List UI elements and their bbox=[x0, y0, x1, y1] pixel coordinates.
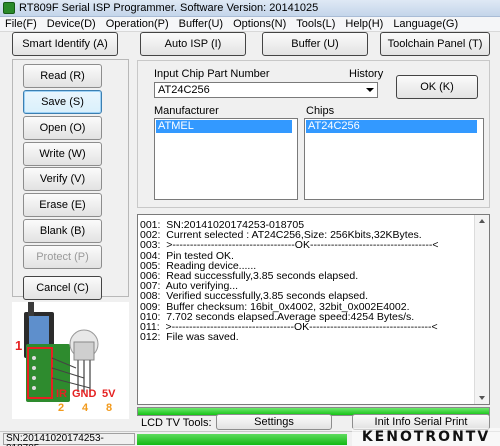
chip-input-label: Input Chip Part Number bbox=[154, 68, 270, 80]
toolchain-panel-button[interactable]: Toolchain Panel (T) bbox=[380, 32, 490, 56]
chips-label: Chips bbox=[306, 105, 335, 117]
buffer-button[interactable]: Buffer (U) bbox=[262, 32, 368, 56]
protect-button[interactable]: Protect (P) bbox=[23, 245, 102, 269]
log-line: 012: File was saved. bbox=[140, 331, 239, 344]
pin-dot bbox=[32, 386, 36, 390]
cancel-button[interactable]: Cancel (C) bbox=[23, 276, 102, 300]
ir-receiver-body bbox=[73, 341, 95, 361]
status-serial: SN:20141020174253-018705 bbox=[3, 433, 135, 446]
zif-lever bbox=[28, 302, 34, 318]
socket-diagram: 1 IR GND 5V 2 4 8 bbox=[12, 302, 129, 419]
log-lines: 001: SN:20141020174253-018705 002: Curre… bbox=[138, 215, 489, 344]
lcd-tv-tools-label: LCD TV Tools: bbox=[141, 417, 212, 429]
ok-button[interactable]: OK (K) bbox=[396, 75, 478, 99]
programmer-app-icon bbox=[3, 2, 15, 14]
chip-item-at24c256[interactable]: AT24C256 bbox=[306, 120, 477, 133]
smart-identify-button[interactable]: Smart Identify (A) bbox=[12, 32, 118, 56]
menu-device[interactable]: Device(D) bbox=[42, 18, 101, 30]
chip-part-combo[interactable]: AT24C256 bbox=[154, 82, 378, 98]
log-output[interactable]: 001: SN:20141020174253-018705 002: Curre… bbox=[137, 214, 490, 405]
blank-button[interactable]: Blank (B) bbox=[23, 219, 102, 243]
menu-operation[interactable]: Operation(P) bbox=[101, 18, 174, 30]
pin-dot bbox=[32, 356, 36, 360]
pin-8-label: 8 bbox=[106, 402, 113, 414]
scroll-down-icon[interactable] bbox=[479, 396, 485, 400]
menu-tools[interactable]: Tools(L) bbox=[291, 18, 340, 30]
pin-dot bbox=[32, 366, 36, 370]
pin-2-label: 2 bbox=[58, 402, 65, 414]
window-title: RT809F Serial ISP Programmer. Software V… bbox=[19, 2, 319, 14]
log-line: 008: Verified successfully,3.85 seconds … bbox=[140, 290, 369, 303]
open-button[interactable]: Open (O) bbox=[23, 116, 102, 140]
settings-button[interactable]: Settings bbox=[216, 414, 332, 430]
menu-file[interactable]: File(F) bbox=[0, 18, 42, 30]
auto-isp-button[interactable]: Auto ISP (I) bbox=[140, 32, 246, 56]
status-progress-fill bbox=[137, 434, 347, 445]
menu-bar: File(F) Device(D) Operation(P) Buffer(U)… bbox=[0, 17, 500, 32]
scroll-up-icon[interactable] bbox=[479, 219, 485, 223]
watermark: KENOTRONTV bbox=[352, 428, 500, 446]
erase-button[interactable]: Erase (E) bbox=[23, 193, 102, 217]
manufacturer-label: Manufacturer bbox=[154, 105, 219, 117]
menu-language[interactable]: Language(G) bbox=[388, 18, 463, 30]
write-button[interactable]: Write (W) bbox=[23, 142, 102, 166]
menu-options[interactable]: Options(N) bbox=[228, 18, 291, 30]
5v-label: 5V bbox=[102, 388, 116, 400]
log-scrollbar[interactable] bbox=[474, 215, 489, 404]
pin-4-label: 4 bbox=[82, 402, 89, 414]
socket-contact-area bbox=[29, 316, 49, 346]
manufacturer-list[interactable]: ATMEL bbox=[154, 118, 298, 200]
title-bar: RT809F Serial ISP Programmer. Software V… bbox=[0, 0, 500, 17]
verify-button[interactable]: Verify (V) bbox=[23, 167, 102, 191]
menu-help[interactable]: Help(H) bbox=[340, 18, 388, 30]
read-button[interactable]: Read (R) bbox=[23, 64, 102, 88]
manufacturer-item-atmel[interactable]: ATMEL bbox=[156, 120, 293, 133]
menu-buffer[interactable]: Buffer(U) bbox=[174, 18, 228, 30]
save-button[interactable]: Save (S) bbox=[23, 90, 102, 114]
gnd-label: GND bbox=[72, 388, 97, 400]
ir-label: IR bbox=[56, 388, 67, 400]
pin-one-label: 1 bbox=[15, 338, 23, 353]
chips-list[interactable]: AT24C256 bbox=[304, 118, 484, 200]
chevron-down-icon[interactable] bbox=[366, 88, 374, 92]
chip-part-value: AT24C256 bbox=[158, 84, 210, 96]
pin-dot bbox=[32, 376, 36, 380]
history-label: History bbox=[349, 68, 384, 80]
